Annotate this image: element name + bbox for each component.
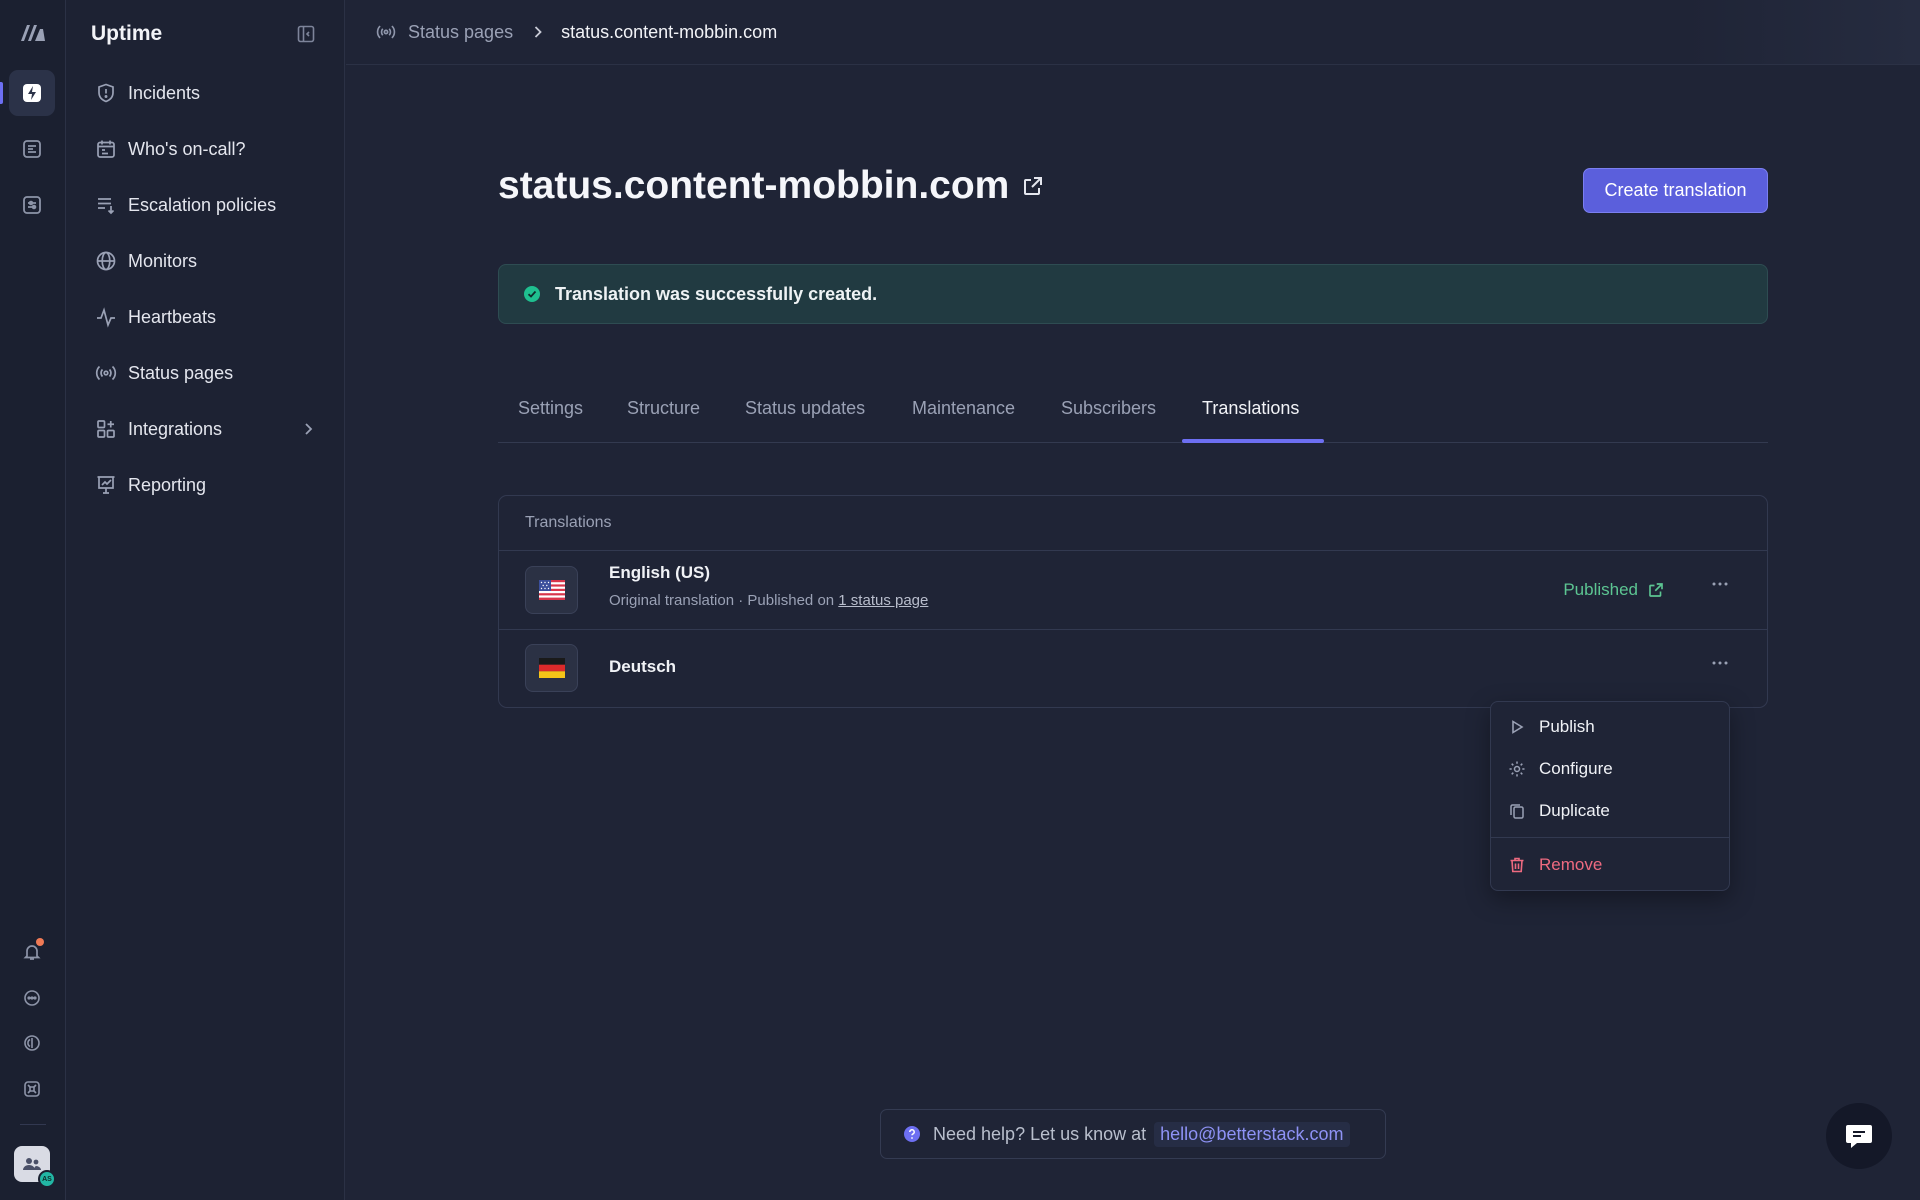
copy-icon bbox=[1507, 802, 1527, 820]
alert-message: Translation was successfully created. bbox=[555, 283, 878, 304]
create-translation-button[interactable]: Create translation bbox=[1583, 168, 1768, 213]
tab-status-updates[interactable]: Status updates bbox=[745, 392, 865, 443]
tab-structure[interactable]: Structure bbox=[627, 392, 700, 443]
panel-header: Translations bbox=[525, 514, 612, 531]
tab-maintenance[interactable]: Maintenance bbox=[912, 392, 1015, 443]
broadcast-icon bbox=[94, 361, 118, 385]
menu-item-label: Duplicate bbox=[1539, 801, 1610, 820]
sidebar-item-monitors[interactable]: Monitors bbox=[84, 241, 328, 281]
rail-logs-button[interactable] bbox=[9, 126, 55, 172]
sidebar-item-escalation-policies[interactable]: Escalation policies bbox=[84, 185, 328, 225]
menu-item-publish[interactable]: Publish bbox=[1507, 712, 1595, 742]
calendar-icon bbox=[94, 137, 118, 161]
translations-panel: Translations English (US) Original trans… bbox=[498, 495, 1768, 708]
us-flag-icon bbox=[525, 566, 578, 614]
topbar: Status pages status.content-mobbin.com bbox=[346, 0, 1920, 65]
published-label: Published bbox=[1563, 580, 1638, 599]
tabs: Settings Structure Status updates Mainte… bbox=[498, 392, 1768, 443]
user-initials-badge: AS bbox=[38, 1170, 56, 1188]
language-subtitle: Original translation · Published on 1 st… bbox=[609, 592, 928, 609]
presentation-chart-icon bbox=[94, 473, 118, 497]
tab-subscribers[interactable]: Subscribers bbox=[1061, 392, 1156, 443]
rail-divider bbox=[20, 1124, 46, 1125]
grid-plus-icon bbox=[94, 417, 118, 441]
sidebar-item-label: Heartbeats bbox=[128, 306, 217, 327]
sidebar-item-on-call[interactable]: Who's on-call? bbox=[84, 129, 328, 169]
menu-divider bbox=[1491, 837, 1729, 838]
help-email-link[interactable]: hello@betterstack.com bbox=[1154, 1121, 1350, 1147]
menu-item-label: Remove bbox=[1539, 855, 1603, 874]
help-text: Need help? Let us know at bbox=[933, 1123, 1147, 1144]
sidebar-item-heartbeats[interactable]: Heartbeats bbox=[84, 297, 328, 337]
rail-chat-button[interactable] bbox=[9, 975, 55, 1021]
chevron-right-icon bbox=[300, 420, 316, 438]
subtitle-text: Original translation · Published on bbox=[609, 592, 839, 609]
sidebar-item-status-pages[interactable]: Status pages bbox=[84, 353, 328, 393]
tab-translations[interactable]: Translations bbox=[1202, 392, 1299, 443]
collapse-sidebar-button[interactable] bbox=[296, 24, 316, 44]
pulse-icon bbox=[94, 305, 118, 329]
rail-theme-button[interactable] bbox=[9, 1020, 55, 1066]
sidebar-item-label: Reporting bbox=[128, 474, 207, 495]
translation-row[interactable]: English (US) Original translation · Publ… bbox=[499, 550, 1767, 629]
page-title: status.content-mobbin.com bbox=[498, 164, 1045, 208]
globe-icon bbox=[94, 249, 118, 273]
breadcrumb-current: status.content-mobbin.com bbox=[561, 21, 778, 42]
gear-icon bbox=[1507, 760, 1527, 778]
rail-metrics-button[interactable] bbox=[9, 182, 55, 228]
user-avatar[interactable]: AS bbox=[14, 1146, 56, 1188]
de-flag-icon bbox=[525, 644, 578, 692]
tab-settings[interactable]: Settings bbox=[518, 392, 583, 443]
help-icon bbox=[903, 1125, 921, 1143]
menu-item-label: Publish bbox=[1539, 717, 1595, 736]
menu-item-remove[interactable]: Remove bbox=[1507, 850, 1602, 880]
translation-row[interactable]: Deutsch bbox=[499, 629, 1767, 707]
breadcrumb-status-pages[interactable]: Status pages bbox=[408, 22, 513, 43]
sidebar-item-label: Monitors bbox=[128, 250, 198, 271]
chat-launcher-button[interactable] bbox=[1826, 1103, 1892, 1169]
sidebar-item-label: Incidents bbox=[128, 82, 201, 103]
external-link-icon[interactable] bbox=[1021, 174, 1045, 198]
notification-dot bbox=[36, 938, 44, 946]
row-context-menu: Publish Configure Duplicate Remove bbox=[1490, 701, 1730, 891]
external-link-icon bbox=[1638, 581, 1665, 599]
sidebar-item-label: Who's on-call? bbox=[128, 138, 246, 159]
page-title-text: status.content-mobbin.com bbox=[498, 164, 1010, 207]
rail-uptime-button[interactable] bbox=[9, 70, 55, 116]
sidebar-item-integrations[interactable]: Integrations bbox=[84, 409, 328, 449]
rail-active-indicator bbox=[0, 82, 3, 104]
menu-item-configure[interactable]: Configure bbox=[1507, 754, 1613, 784]
success-check-icon bbox=[523, 285, 541, 303]
sidebar-item-label: Status pages bbox=[128, 362, 234, 383]
menu-item-duplicate[interactable]: Duplicate bbox=[1507, 796, 1610, 826]
active-tab-indicator bbox=[1182, 439, 1324, 443]
language-name: Deutsch bbox=[609, 657, 677, 676]
sidebar-title: Uptime bbox=[91, 22, 163, 45]
app-rail: AS bbox=[0, 0, 66, 1200]
menu-item-label: Configure bbox=[1539, 759, 1613, 778]
help-bar: Need help? Let us know at hello@betterst… bbox=[880, 1109, 1386, 1159]
sidebar-item-reporting[interactable]: Reporting bbox=[84, 465, 328, 505]
broadcast-icon bbox=[376, 22, 396, 42]
rail-command-button[interactable] bbox=[9, 1066, 55, 1112]
play-icon bbox=[1507, 719, 1527, 735]
trash-icon bbox=[1507, 856, 1527, 874]
sidebar-item-label: Escalation policies bbox=[128, 194, 277, 215]
more-options-button[interactable] bbox=[1711, 581, 1729, 587]
sidebar-item-label: Integrations bbox=[128, 418, 223, 439]
sidebar-item-incidents[interactable]: Incidents bbox=[84, 73, 328, 113]
logo[interactable] bbox=[19, 20, 47, 44]
published-status[interactable]: Published bbox=[1563, 580, 1665, 600]
rail-notifications-button[interactable] bbox=[9, 929, 55, 975]
shield-icon bbox=[94, 81, 118, 105]
more-options-button[interactable] bbox=[1711, 660, 1729, 666]
language-name: English (US) bbox=[609, 563, 711, 582]
status-page-link[interactable]: 1 status page bbox=[838, 592, 928, 609]
list-arrow-icon bbox=[94, 193, 118, 217]
sidebar: Uptime Incidents Who's on-call? Escalati… bbox=[66, 0, 345, 1200]
chevron-right-icon bbox=[533, 25, 543, 39]
success-alert: Translation was successfully created. bbox=[498, 264, 1768, 324]
